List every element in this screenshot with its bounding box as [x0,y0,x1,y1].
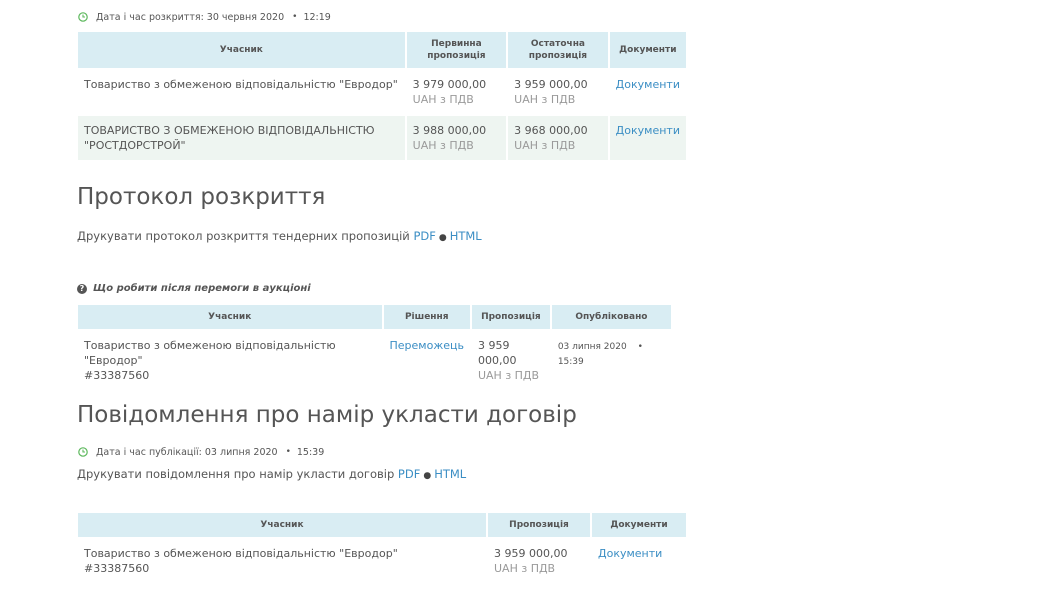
protocol-title: Протокол розкриття [77,184,326,210]
offer-cell: 3 959 000,00 UAH з ПДВ [472,331,550,390]
initial-offer-cell: 3 979 000,00 UAH з ПДВ [407,70,507,114]
separator-dot: ● [423,471,432,481]
initial-offer-amount: 3 988 000,00 [412,124,487,137]
published-time: 15:39 [557,357,584,367]
intent-print-line: Друкувати повідомлення про намір укласти… [77,467,466,481]
table-row: Товариство з обмеженою відповідальністю … [78,70,686,114]
table-row: Товариство з обмеженою відповідальністю … [78,539,686,583]
final-offer-cell: 3 959 000,00 UAH з ПДВ [508,70,608,114]
award-hint[interactable]: ? Що робити після перемоги в аукціоні [77,283,311,294]
intent-time: 15:39 [296,446,325,458]
award-table: Учасник Рішення Пропозиція Опубліковано … [76,303,673,392]
award-hint-text: Що робити після перемоги в аукціоні [93,283,311,294]
opening-datetime: Дата і час розкриття: 30 червня 2020 • 1… [78,9,331,25]
offer-cell: 3 959 000,00 UAH з ПДВ [488,539,590,583]
participant-id: #33387560 [84,369,150,382]
participant-name: ТОВАРИСТВО З ОБМЕЖЕНОЮ ВІДПОВІДАЛЬНІСТЮ … [78,116,405,160]
intent-html-link[interactable]: HTML [434,467,466,481]
table-row: Товариство з обмеженою відповідальністю … [78,331,671,390]
participant-cell: Товариство з обмеженою відповідальністю … [78,331,382,390]
intent-datetime-label: Дата і час публікації: 03 липня 2020 [96,446,278,458]
offer-note: UAH з ПДВ [477,369,540,382]
separator-dot: • [292,12,298,22]
participant-name: Товариство з обмеженою відповідальністю … [84,78,398,91]
published-cell: 03 липня 2020 • 15:39 [552,331,671,390]
col-header-participant: Учасник [78,305,382,329]
col-header-published: Опубліковано [551,305,671,329]
opening-datetime-label: Дата і час розкриття: 30 червня 2020 [96,11,285,23]
final-offer-note: UAH з ПДВ [514,93,576,106]
final-offer-cell: 3 968 000,00 UAH з ПДВ [508,116,608,160]
col-header-participant: Учасник [78,32,405,68]
intent-datetime: Дата і час публікації: 03 липня 2020 • 1… [78,444,324,460]
offer-amount: 3 959 000,00 [477,339,517,367]
documents-link[interactable]: Документи [616,124,680,137]
documents-cell: Документи [592,539,686,583]
col-header-documents: Документи [592,513,686,537]
initial-offer-amount: 3 979 000,00 [412,78,487,91]
initial-offer-cell: 3 988 000,00 UAH з ПДВ [406,116,507,160]
protocol-print-line: Друкувати протокол розкриття тендерних п… [77,229,482,243]
initial-offer-note: UAH з ПДВ [412,139,474,152]
participant-name: Товариство з обмеженою відповідальністю … [84,547,398,560]
opening-table: Учасник Первинна пропозиція Остаточна пр… [76,30,688,162]
col-header-initial-offer: Первинна пропозиція [406,32,507,68]
table-header-row: Учасник Рішення Пропозиція Опубліковано [78,305,671,329]
winner-link[interactable]: Переможець [390,339,464,352]
protocol-pdf-link[interactable]: PDF [413,229,435,243]
offer-note: UAH з ПДВ [494,562,556,575]
protocol-print-text: Друкувати протокол розкриття тендерних п… [77,229,410,243]
col-header-final-offer: Остаточна пропозиція [508,32,608,68]
participant-name: Товариство з обмеженою відповідальністю … [84,339,336,367]
documents-cell: Документи [610,70,686,114]
col-header-decision: Рішення [383,305,470,329]
question-circle-icon: ? [77,283,87,294]
clock-icon [78,447,88,457]
offer-amount: 3 959 000,00 [494,547,568,560]
initial-offer-note: UAH з ПДВ [412,93,474,106]
final-offer-amount: 3 959 000,00 [514,78,588,91]
decision-cell: Переможець [384,331,470,390]
separator-dot: • [285,447,291,457]
intent-print-text: Друкувати повідомлення про намір укласти… [77,467,395,481]
table-header-row: Учасник Пропозиція Документи [78,513,686,537]
table-row: ТОВАРИСТВО З ОБМЕЖЕНОЮ ВІДПОВІДАЛЬНІСТЮ … [78,116,686,160]
participant-cell: Товариство з обмеженою відповідальністю … [78,539,486,583]
col-header-participant: Учасник [78,513,486,537]
separator-dot: • [637,342,643,352]
col-header-documents: Документи [609,32,686,68]
intent-table: Учасник Пропозиція Документи Товариство … [76,511,688,585]
col-header-offer: Пропозиція [488,513,590,537]
separator-dot: ● [438,233,447,243]
clock-icon [78,12,88,22]
final-offer-note: UAH з ПДВ [514,139,576,152]
documents-link[interactable]: Документи [616,78,680,91]
participant-id: #33387560 [84,562,150,575]
documents-link[interactable]: Документи [598,547,662,560]
final-offer-amount: 3 968 000,00 [514,124,588,137]
table-header-row: Учасник Первинна пропозиція Остаточна пр… [78,32,686,68]
published-date: 03 липня 2020 [557,342,627,352]
protocol-html-link[interactable]: HTML [450,229,482,243]
opening-time: 12:19 [303,11,331,23]
intent-title: Повідомлення про намір укласти договір [77,402,577,428]
documents-cell: Документи [609,116,686,160]
col-header-offer: Пропозиція [471,305,550,329]
intent-pdf-link[interactable]: PDF [398,467,420,481]
